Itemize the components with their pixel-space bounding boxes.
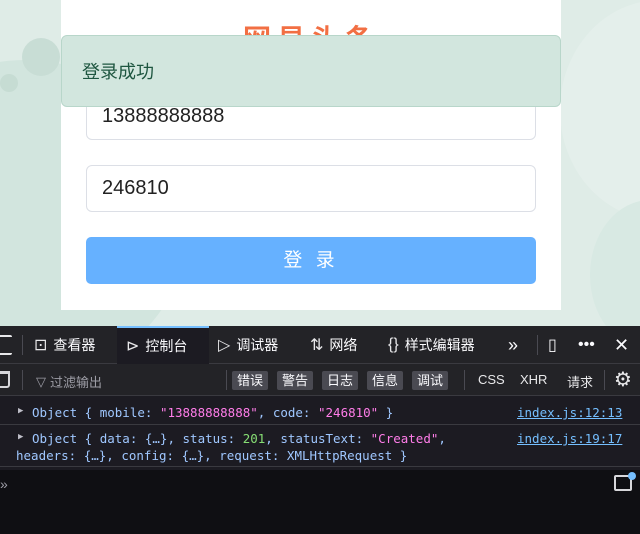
code-input[interactable]: 246810: [86, 165, 536, 212]
level-errors[interactable]: 错误: [232, 371, 269, 390]
tab-inspector[interactable]: ⊡ 查看器: [34, 326, 114, 364]
level-debug[interactable]: 调试: [412, 371, 449, 390]
style-editor-icon: {}: [388, 336, 399, 353]
divider: [226, 370, 227, 390]
log-source-link[interactable]: index.js:12:13: [517, 405, 622, 420]
trash-icon[interactable]: [0, 371, 10, 388]
log-text[interactable]: Object { data: {…}, status: 201, statusT…: [32, 431, 446, 446]
console-input[interactable]: »: [0, 470, 640, 534]
background-blob: [560, 0, 640, 220]
log-text[interactable]: Object { mobile: "13888888888", code: "2…: [32, 405, 393, 420]
close-icon[interactable]: ✕: [614, 326, 634, 364]
divider: [22, 370, 23, 390]
element-picker-icon[interactable]: [0, 335, 12, 355]
background-blob: [590, 200, 640, 326]
inspector-icon: ⊡: [34, 337, 48, 354]
devtools-panel: ⊡ 查看器 ⊳ 控制台 ▷ 调试器 ⇅ 网络 {} 样式编辑器 » ▯ ••• …: [0, 326, 640, 534]
toggle-xhr[interactable]: XHR: [520, 372, 547, 387]
filter-icon: ▽: [36, 373, 46, 389]
tab-label: 控制台: [145, 338, 188, 354]
tab-style-editor[interactable]: {} 样式编辑器: [388, 326, 498, 364]
expand-triangle-icon[interactable]: ▶: [18, 406, 23, 416]
success-toast: 登录成功: [61, 35, 561, 107]
console-icon: ⊳: [126, 338, 140, 355]
expand-triangle-icon[interactable]: ▶: [18, 432, 23, 442]
console-message[interactable]: ▶ Object { mobile: "13888888888", code: …: [0, 399, 640, 425]
filter-input[interactable]: ▽ 过滤输出: [36, 372, 102, 391]
filter-placeholder: 过滤输出: [50, 375, 103, 390]
devtools-tabbar: ⊡ 查看器 ⊳ 控制台 ▷ 调试器 ⇅ 网络 {} 样式编辑器 » ▯ ••• …: [0, 326, 640, 364]
tab-debugger[interactable]: ▷ 调试器: [218, 326, 298, 364]
network-icon: ⇅: [310, 337, 324, 354]
notification-dot: [628, 472, 636, 480]
debugger-icon: ▷: [218, 337, 231, 354]
divider: [464, 370, 465, 390]
toggle-css[interactable]: CSS: [478, 372, 505, 387]
login-button[interactable]: 登 录: [86, 237, 536, 284]
toggle-requests[interactable]: 请求: [567, 372, 593, 391]
console-message[interactable]: ▶ Object { data: {…}, status: 201, statu…: [0, 425, 640, 467]
tab-label: 样式编辑器: [404, 337, 475, 353]
level-info[interactable]: 信息: [367, 371, 404, 390]
prompt-chevron-icon: »: [0, 476, 8, 492]
level-warnings[interactable]: 警告: [277, 371, 314, 390]
tab-label: 调试器: [236, 337, 279, 353]
background-circle: [22, 38, 60, 76]
menu-dots-icon[interactable]: •••: [578, 326, 602, 364]
log-text-continued[interactable]: headers: {…}, config: {…}, request: XMLH…: [16, 448, 407, 463]
tab-label: 查看器: [53, 337, 96, 353]
web-page: 网易头条 13888888888 246810 登 录 登录成功: [0, 0, 640, 326]
tab-network[interactable]: ⇅ 网络: [310, 326, 376, 364]
background-dot: [0, 74, 18, 92]
gear-icon[interactable]: ⚙: [612, 369, 634, 391]
console-toolbar: ▽ 过滤输出 错误 警告 日志 信息 调试 CSS XHR 请求 ⚙: [0, 364, 640, 396]
more-tabs-icon[interactable]: »: [508, 326, 530, 364]
tab-label: 网络: [329, 337, 358, 353]
divider: [22, 335, 23, 355]
divider: [604, 370, 605, 390]
level-logs[interactable]: 日志: [322, 371, 359, 390]
log-source-link[interactable]: index.js:19:17: [517, 431, 622, 446]
responsive-mode-icon[interactable]: ▯: [548, 326, 568, 364]
tab-console[interactable]: ⊳ 控制台: [117, 326, 209, 364]
divider: [537, 335, 538, 355]
